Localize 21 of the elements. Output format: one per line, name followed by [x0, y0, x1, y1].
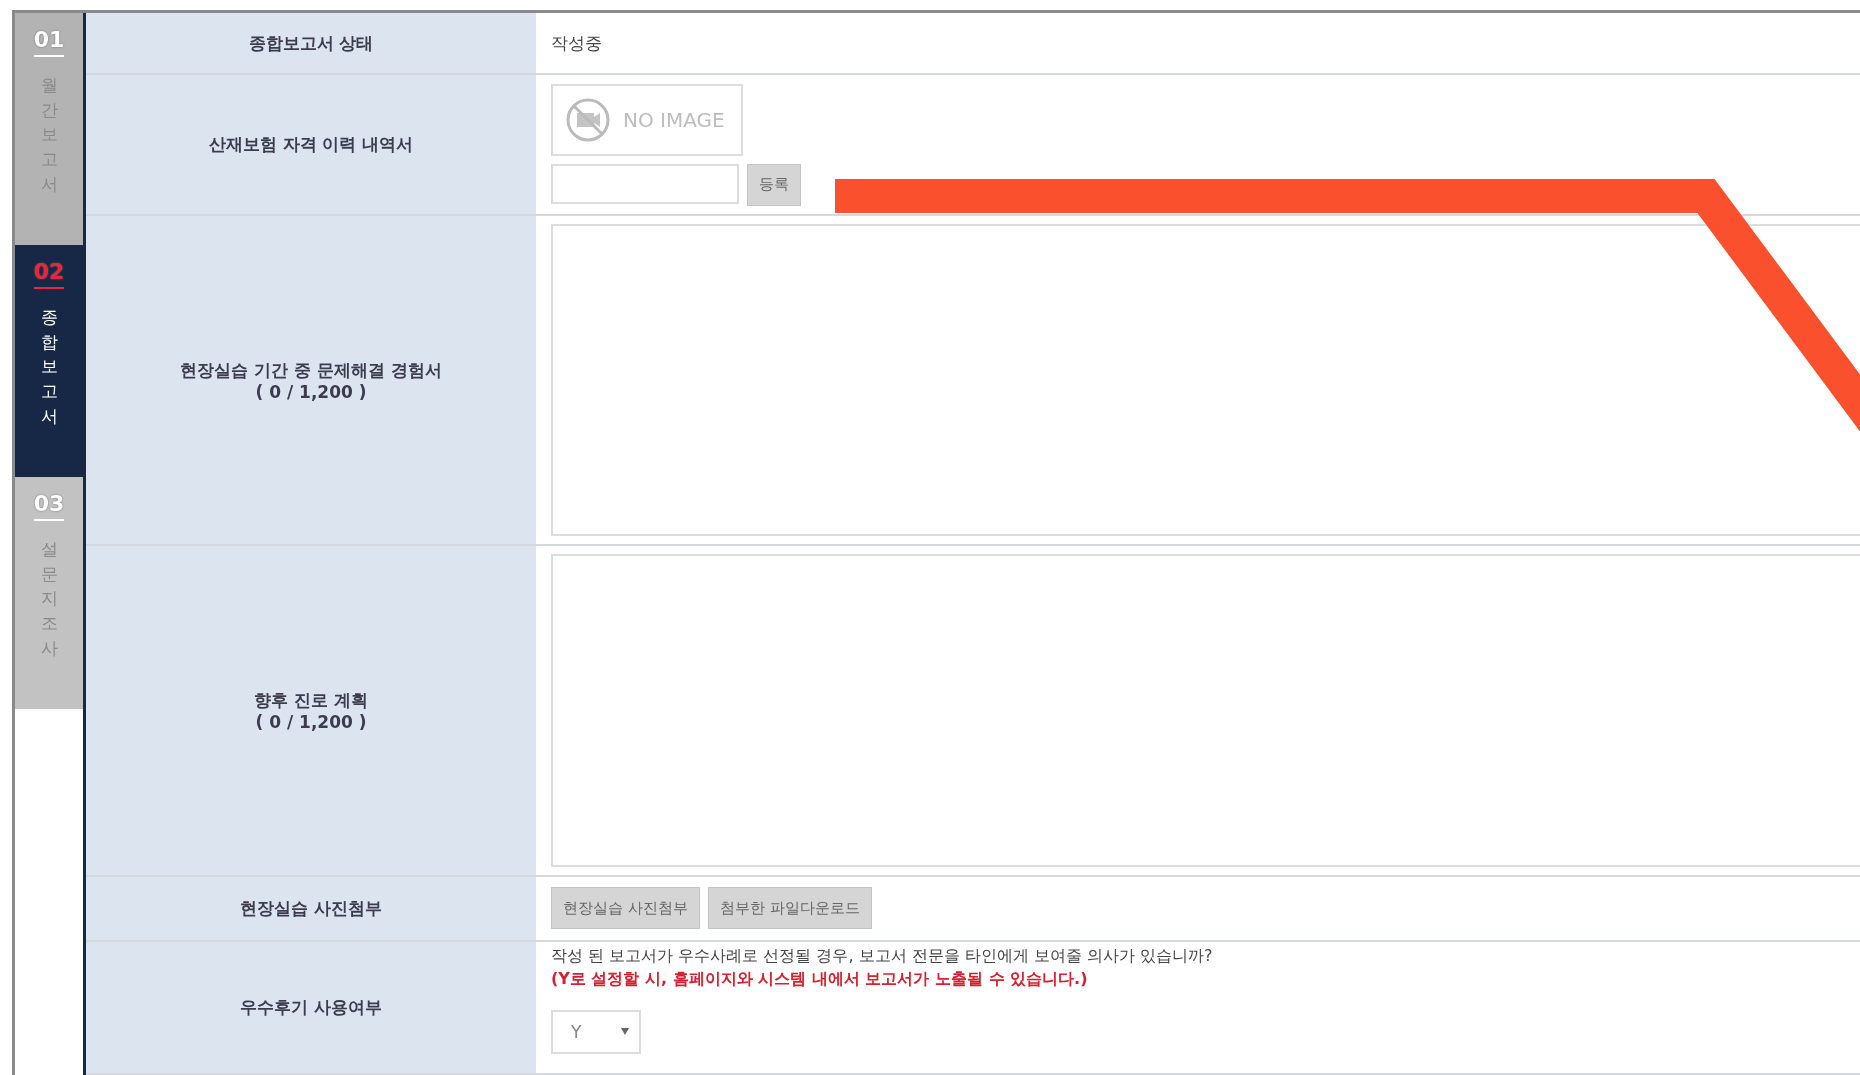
sidebar-tab[interactable]: 03 설문지조사: [15, 477, 83, 709]
caret-icon: [621, 1028, 629, 1036]
download-button[interactable]: 첨부한 파일다운로드: [707, 887, 872, 930]
register-button[interactable]: 등록: [747, 163, 801, 206]
field-label: 현장실습 사진첨부: [86, 876, 536, 940]
attach-photo-button[interactable]: 현장실습 사진첨부: [551, 887, 700, 930]
file-name-field[interactable]: [551, 163, 739, 204]
warning-text: (Y로 설정할 시, 홈페이지와 시스템 내에서 보고서가 노출될 수 있습니다.): [551, 968, 1089, 990]
no-image-text: NO IMAGE: [623, 107, 725, 132]
question-text: 작성 된 보고서가 우수사례로 선정될 경우, 보고서 전문을 타인에게 보여줄 의사가 있습니까?: [551, 945, 1214, 967]
field-label: 향후 진로 계획 ( 0 / 1,200 ): [86, 546, 536, 875]
status-value: 작성중: [551, 31, 603, 55]
sidebar-tab[interactable]: 02 종합보고서: [15, 245, 83, 477]
field-label: 산재보험 자격 이력 내역서: [86, 75, 536, 215]
yes-no-select[interactable]: Y: [551, 1009, 641, 1054]
no-camera-icon: [565, 96, 611, 143]
field-label: 우수후기 사용여부: [86, 941, 536, 1073]
field-label: 현장실습 기간 중 문제해결 경험서 ( 0 / 1,200 ): [86, 216, 536, 545]
text-area[interactable]: [551, 224, 1860, 537]
field-label: 종합보고서 상태: [86, 13, 536, 74]
text-area[interactable]: [551, 554, 1860, 867]
